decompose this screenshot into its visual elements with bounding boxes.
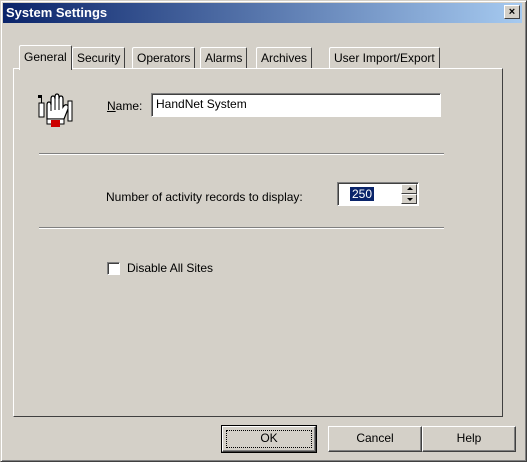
arrow-up-icon bbox=[407, 187, 413, 190]
tab-alarms[interactable]: Alarms bbox=[200, 47, 248, 68]
separator-top bbox=[39, 153, 444, 155]
ok-button[interactable]: OK bbox=[221, 425, 317, 453]
system-settings-dialog: System Settings × General Security Opera… bbox=[0, 0, 527, 462]
title-bar[interactable]: System Settings × bbox=[3, 3, 522, 23]
close-button[interactable]: × bbox=[504, 5, 520, 19]
tab-security[interactable]: Security bbox=[72, 47, 126, 68]
name-input[interactable]: HandNet System bbox=[151, 93, 441, 117]
spinner-down-button[interactable] bbox=[401, 194, 417, 204]
tab-user-import-export[interactable]: User Import/Export bbox=[329, 47, 440, 68]
general-tab-panel: Name: HandNet System Number of activity … bbox=[13, 68, 503, 417]
records-spinner[interactable]: 250 bbox=[337, 182, 419, 206]
spinner-up-button[interactable] bbox=[401, 184, 417, 194]
records-label: Number of activity records to display: bbox=[106, 190, 303, 204]
arrow-down-icon bbox=[407, 198, 413, 201]
disable-all-sites-label: Disable All Sites bbox=[127, 261, 214, 275]
disable-all-sites-checkbox[interactable] bbox=[107, 262, 120, 275]
help-button[interactable]: Help bbox=[422, 426, 516, 452]
window-title: System Settings bbox=[6, 5, 108, 20]
cancel-button[interactable]: Cancel bbox=[328, 426, 422, 452]
tab-general[interactable]: General bbox=[19, 45, 72, 70]
separator-bottom bbox=[39, 227, 444, 229]
tab-archives[interactable]: Archives bbox=[256, 47, 313, 68]
tab-operators[interactable]: Operators bbox=[132, 47, 196, 68]
name-label: Name: bbox=[107, 99, 143, 113]
spinner-buttons bbox=[401, 184, 417, 204]
hand-reader-icon bbox=[38, 93, 73, 127]
records-value[interactable]: 250 bbox=[350, 187, 375, 201]
